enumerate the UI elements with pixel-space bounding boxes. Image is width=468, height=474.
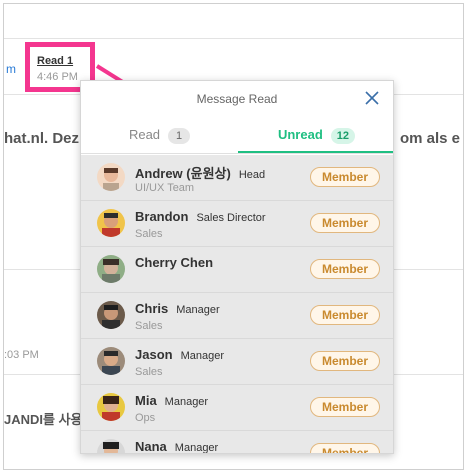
- tab-read[interactable]: Read 1: [81, 119, 238, 153]
- list-item[interactable]: Andrew (윤원상) Head UI/UX Team Member: [81, 155, 393, 201]
- unread-count-badge: 12: [330, 127, 356, 144]
- list-item[interactable]: Mia Manager Ops Member: [81, 385, 393, 431]
- member-role: Manager: [164, 396, 209, 408]
- member-role: Manager: [174, 442, 219, 453]
- avatar: [97, 439, 125, 453]
- message-read-popup: Message Read Read 1 Unread 12 Andrew (윤원상)…: [80, 80, 394, 454]
- tab-unread[interactable]: Unread 12: [238, 119, 393, 153]
- list-item[interactable]: Jason Manager Sales Member: [81, 339, 393, 385]
- member-dept: Sales: [135, 228, 163, 240]
- member-badge[interactable]: Member: [310, 351, 380, 371]
- member-name: Mia: [135, 393, 157, 408]
- member-dept: UI/UX Team: [135, 182, 195, 194]
- tab-read-label: Read: [128, 127, 161, 142]
- member-name: Cherry Chen: [135, 255, 214, 270]
- member-name: Andrew (윤원상): [135, 166, 231, 181]
- member-role: Manager: [180, 350, 224, 362]
- member-badge[interactable]: Member: [310, 443, 380, 453]
- member-name: Brandon: [135, 209, 189, 224]
- member-role: Sales Director: [196, 212, 266, 224]
- unread-member-list: Andrew (윤원상) Head UI/UX Team Member Brand…: [81, 155, 393, 453]
- avatar: [97, 347, 125, 375]
- popup-title: Message Read: [196, 92, 278, 106]
- read-count-badge: 1: [168, 127, 191, 144]
- avatar: [97, 393, 125, 421]
- member-dept: Sales: [135, 320, 163, 332]
- avatar: [97, 163, 125, 191]
- avatar: [97, 301, 125, 329]
- list-item[interactable]: Brandon Sales Director Sales Member: [81, 201, 393, 247]
- member-dept: Ops: [135, 412, 156, 424]
- avatar: [97, 209, 125, 237]
- member-dept: Sales: [135, 366, 163, 378]
- tab-unread-label: Unread: [277, 127, 323, 142]
- avatar: [97, 255, 125, 283]
- list-item[interactable]: Cherry Chen Member: [81, 247, 393, 293]
- read-tabs: Read 1 Unread 12: [81, 119, 393, 154]
- member-name: Chris: [135, 301, 169, 316]
- member-name: Jason: [135, 347, 173, 362]
- member-name: Nana: [135, 439, 167, 453]
- list-item[interactable]: Nana Manager Member: [81, 431, 393, 453]
- member-badge[interactable]: Member: [310, 397, 380, 417]
- list-item[interactable]: Chris Manager Sales Member: [81, 293, 393, 339]
- member-badge[interactable]: Member: [310, 305, 380, 325]
- close-icon[interactable]: [363, 89, 381, 107]
- member-role: Manager: [176, 304, 220, 316]
- member-badge[interactable]: Member: [310, 213, 380, 233]
- member-badge[interactable]: Member: [310, 259, 380, 279]
- member-badge[interactable]: Member: [310, 167, 380, 187]
- member-role: Head: [238, 169, 266, 181]
